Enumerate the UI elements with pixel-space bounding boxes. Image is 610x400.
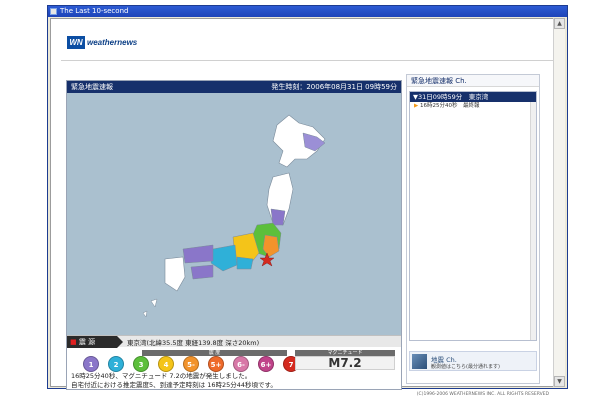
map-region-tokai [236, 256, 254, 270]
map-region-tohoku-south [270, 208, 286, 226]
epicenter-text: 東京湾(北緯35.5度 東経139.8度 深さ20km) [127, 338, 260, 347]
map-region-shikoku [190, 264, 214, 280]
intensity-level-4: 4 [158, 356, 174, 372]
intensity-level-8: 6+ [258, 356, 274, 372]
title-bar[interactable]: The Last 10-second [48, 6, 567, 17]
channel-thumbnail [412, 354, 427, 369]
warning-header: 緊急地震速報 発生時刻：2006年08月31日 09時59分 [67, 81, 401, 93]
map-region-kinki [210, 244, 238, 272]
intensity-level-6: 5+ [208, 356, 224, 372]
app-window: The Last 10-second WN weathernews 緊急地震速報… [47, 5, 568, 397]
epicenter-label-text: 震 源 [78, 337, 96, 346]
weathernews-logo: WN weathernews [67, 35, 137, 49]
epicenter-bar: ■ 震 源 東京湾(北緯35.5度 東経139.8度 深さ20km) [67, 335, 401, 348]
intensity-level-7: 6- [233, 356, 249, 372]
intensity-level-2: 2 [108, 356, 124, 372]
message-line-2: 自宅付近における推定震度5、到達予定時刻は 16時25分44秒頃です。 [71, 381, 277, 389]
warning-panel: 緊急地震速報 発生時刻：2006年08月31日 09時59分 ■ 震 源 東京湾… [66, 80, 402, 390]
map-region-islands [142, 298, 158, 318]
magnitude-value: M7.2 [295, 356, 395, 370]
japan-map-svg [142, 114, 326, 318]
earthquake-channel-banner[interactable]: 地震 Ch. 観測値はこちら(最分通れます) [409, 351, 537, 371]
play-icon: ▶ [414, 103, 419, 109]
epicenter-mark: ■ [70, 337, 77, 346]
logo-mark: WN [67, 35, 85, 49]
event-list: ▼31日09時59分 東京湾 ▶ 16時25分40秒 最終報 [409, 91, 537, 341]
map-region-kyushu [164, 256, 186, 292]
event-list-header[interactable]: ▼31日09時59分 東京湾 [410, 92, 536, 102]
warning-message: 16時25分40秒、マグニチュード 7.2の地震が発生しました。 自宅付近におけ… [71, 372, 397, 390]
japan-map [67, 93, 401, 335]
copyright-text: (C)1996-2006 WEATHERNEWS INC. ALL RIGHTS… [416, 392, 549, 397]
window-scrollbar[interactable]: ▲ ▼ [553, 18, 565, 387]
banner-subtitle: 観測値はこちら(最分通れます) [431, 364, 500, 370]
intensity-level-5: 5- [183, 356, 199, 372]
list-item[interactable]: ▶ 16時25分40秒 最終報 [410, 102, 536, 111]
scroll-up-button[interactable]: ▲ [554, 18, 565, 29]
list-item-text: 16時25分40秒 最終報 [419, 103, 480, 109]
window-title: The Last 10-second [60, 7, 129, 15]
logo-text: weathernews [87, 37, 138, 47]
app-icon [50, 8, 57, 15]
header-divider [61, 60, 553, 61]
message-line-1: 16時25分40秒、マグニチュード 7.2の地震が発生しました。 [71, 372, 252, 380]
list-scrollbar[interactable] [530, 102, 536, 340]
client-area: WN weathernews 緊急地震速報 発生時刻：2006年08月31日 0… [50, 18, 554, 397]
intensity-level-1: 1 [83, 356, 99, 372]
channel-title: 緊急地震速報 Ch. [407, 75, 539, 87]
scroll-down-button[interactable]: ▼ [554, 376, 565, 387]
intensity-circles: 1 2 3 4 5- 5+ 6- 6+ 7 [83, 356, 308, 372]
epicenter-label: ■ 震 源 [67, 335, 123, 348]
intensity-level-3: 3 [133, 356, 149, 372]
issue-time: 発生時刻：2006年08月31日 09時59分 [271, 83, 397, 91]
warning-title: 緊急地震速報 [71, 83, 113, 91]
channel-panel: 緊急地震速報 Ch. ▼31日09時59分 東京湾 ▶ 16時25分40秒 最終… [406, 74, 540, 384]
map-region-chugoku [182, 244, 214, 264]
intensity-scale: 震 度 1 2 3 4 5- 5+ 6- 6+ 7 マグニチュード M7.2 [67, 348, 401, 372]
